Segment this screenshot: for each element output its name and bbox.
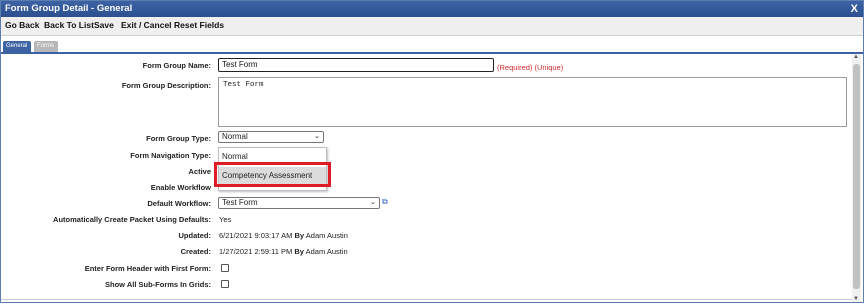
required-unique-hint: (Required) (Unique) xyxy=(497,63,564,72)
scroll-up-arrow-icon[interactable]: ▲ xyxy=(853,54,859,60)
default-workflow-select[interactable]: Test Form ⌄ xyxy=(218,197,380,209)
updated-label: Updated: xyxy=(178,231,212,240)
form-navigation-type-label: Form Navigation Type: xyxy=(130,151,211,160)
auto-create-packet-label: Automatically Create Packet Using Defaul… xyxy=(53,215,211,224)
created-label: Created: xyxy=(180,247,211,256)
reset-fields-button[interactable]: Reset Fields xyxy=(174,20,224,30)
form-group-type-value: Normal xyxy=(222,132,248,141)
exit-cancel-button[interactable]: Exit / Cancel xyxy=(121,20,172,30)
default-workflow-label: Default Workflow: xyxy=(147,199,211,208)
updated-user: Adam Austin xyxy=(305,231,348,240)
form-group-type-label: Form Group Type: xyxy=(146,134,211,143)
go-back-button[interactable]: Go Back xyxy=(5,20,40,30)
save-button[interactable]: Save xyxy=(94,20,114,30)
auto-create-packet-value: Yes xyxy=(219,215,232,224)
tab-bar: General Forms xyxy=(1,41,863,54)
form-group-name-input[interactable]: Test Form xyxy=(218,58,494,72)
chevron-down-icon: ⌄ xyxy=(314,133,320,140)
show-subforms-checkbox[interactable] xyxy=(221,280,229,288)
created-by-label: By xyxy=(294,247,304,256)
scroll-down-arrow-icon[interactable]: ▼ xyxy=(853,296,859,302)
created-user: Adam Austin xyxy=(305,247,348,256)
window-title: Form Group Detail - General xyxy=(5,3,133,14)
form-group-description-label: Form Group Description: xyxy=(121,81,211,90)
scrollbar-thumb[interactable] xyxy=(853,64,860,289)
form-group-name-label: Form Group Name: xyxy=(142,61,211,70)
chevron-down-icon: ⌄ xyxy=(370,199,376,206)
close-icon[interactable]: X xyxy=(851,1,858,17)
external-link-icon[interactable]: ⧉ xyxy=(382,197,388,207)
default-workflow-value: Test Form xyxy=(222,198,258,207)
updated-by-label: By xyxy=(294,231,305,240)
tab-forms[interactable]: Forms xyxy=(34,41,58,52)
window-titlebar: Form Group Detail - General X xyxy=(1,1,863,17)
vertical-scrollbar[interactable]: ▲ ▼ xyxy=(852,54,861,302)
toolbar: Go Back Back To List Save Exit / Cancel … xyxy=(1,17,863,36)
form-group-description-textarea[interactable]: Test Form xyxy=(218,77,847,127)
created-datetime: 1/27/2021 2:59:11 PM xyxy=(219,247,293,256)
form-group-detail-window: Form Group Detail - General X Go Back Ba… xyxy=(0,0,864,303)
form-group-type-select[interactable]: Normal ⌄ xyxy=(218,131,324,143)
back-to-list-button[interactable]: Back To List xyxy=(44,20,94,30)
updated-value: 6/21/2021 9:03:17 AM By Adam Austin xyxy=(219,231,348,240)
active-label: Active xyxy=(188,167,211,176)
tab-general[interactable]: General xyxy=(3,41,31,52)
highlight-box xyxy=(214,162,331,187)
show-subforms-label: Show All Sub-Forms In Grids: xyxy=(105,280,211,289)
form-header-first-form-checkbox[interactable] xyxy=(221,264,229,272)
form-header-first-form-label: Enter Form Header with First Form: xyxy=(84,264,211,273)
enable-workflow-label: Enable Workflow xyxy=(150,183,211,192)
created-value: 1/27/2021 2:59:11 PM By Adam Austin xyxy=(219,247,348,256)
updated-datetime: 6/21/2021 9:03:17 AM xyxy=(219,231,293,240)
divider xyxy=(1,299,853,300)
